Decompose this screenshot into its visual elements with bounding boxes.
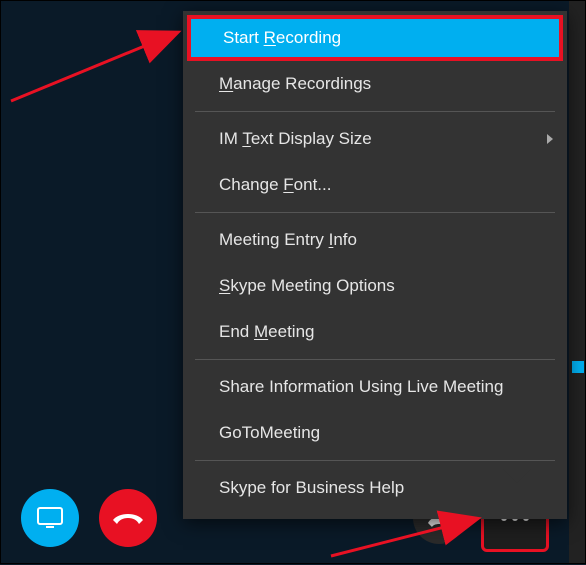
monitor-icon [36,506,64,530]
menu-item-start-recording[interactable]: Start Recording [187,15,563,61]
menu-item-meeting-entry-info[interactable]: Meeting Entry Info [183,217,567,263]
menu-item-label: Skype for Business Help [219,478,404,498]
scrollbar[interactable] [569,1,585,563]
submenu-arrow-icon [547,134,553,144]
menu-item-change-font[interactable]: Change Font... [183,162,567,208]
hang-up-button[interactable] [99,489,157,547]
present-button[interactable] [21,489,79,547]
menu-separator [195,212,555,213]
menu-item-label: End Meeting [219,322,314,342]
phone-hangup-icon [111,508,145,528]
menu-item-label: Meeting Entry Info [219,230,357,250]
menu-item-skype-meeting-options[interactable]: Skype Meeting Options [183,263,567,309]
menu-pointer-icon [503,469,531,483]
menu-separator [195,359,555,360]
menu-item-label: GoToMeeting [219,423,320,443]
scrollbar-thumb[interactable] [572,361,584,373]
menu-item-share-live-meeting[interactable]: Share Information Using Live Meeting [183,364,567,410]
more-options-menu: Start Recording Manage Recordings IM Tex… [183,11,567,519]
menu-item-label: Share Information Using Live Meeting [219,377,503,397]
menu-item-label: Manage Recordings [219,74,371,94]
menu-item-label: Start Recording [223,28,341,48]
menu-separator [195,111,555,112]
menu-item-manage-recordings[interactable]: Manage Recordings [183,61,567,107]
menu-item-label: Skype Meeting Options [219,276,395,296]
menu-item-end-meeting[interactable]: End Meeting [183,309,567,355]
menu-item-label: IM Text Display Size [219,129,372,149]
menu-item-label: Change Font... [219,175,331,195]
menu-separator [195,460,555,461]
menu-item-im-text-display-size[interactable]: IM Text Display Size [183,116,567,162]
menu-item-gotomeeting[interactable]: GoToMeeting [183,410,567,456]
